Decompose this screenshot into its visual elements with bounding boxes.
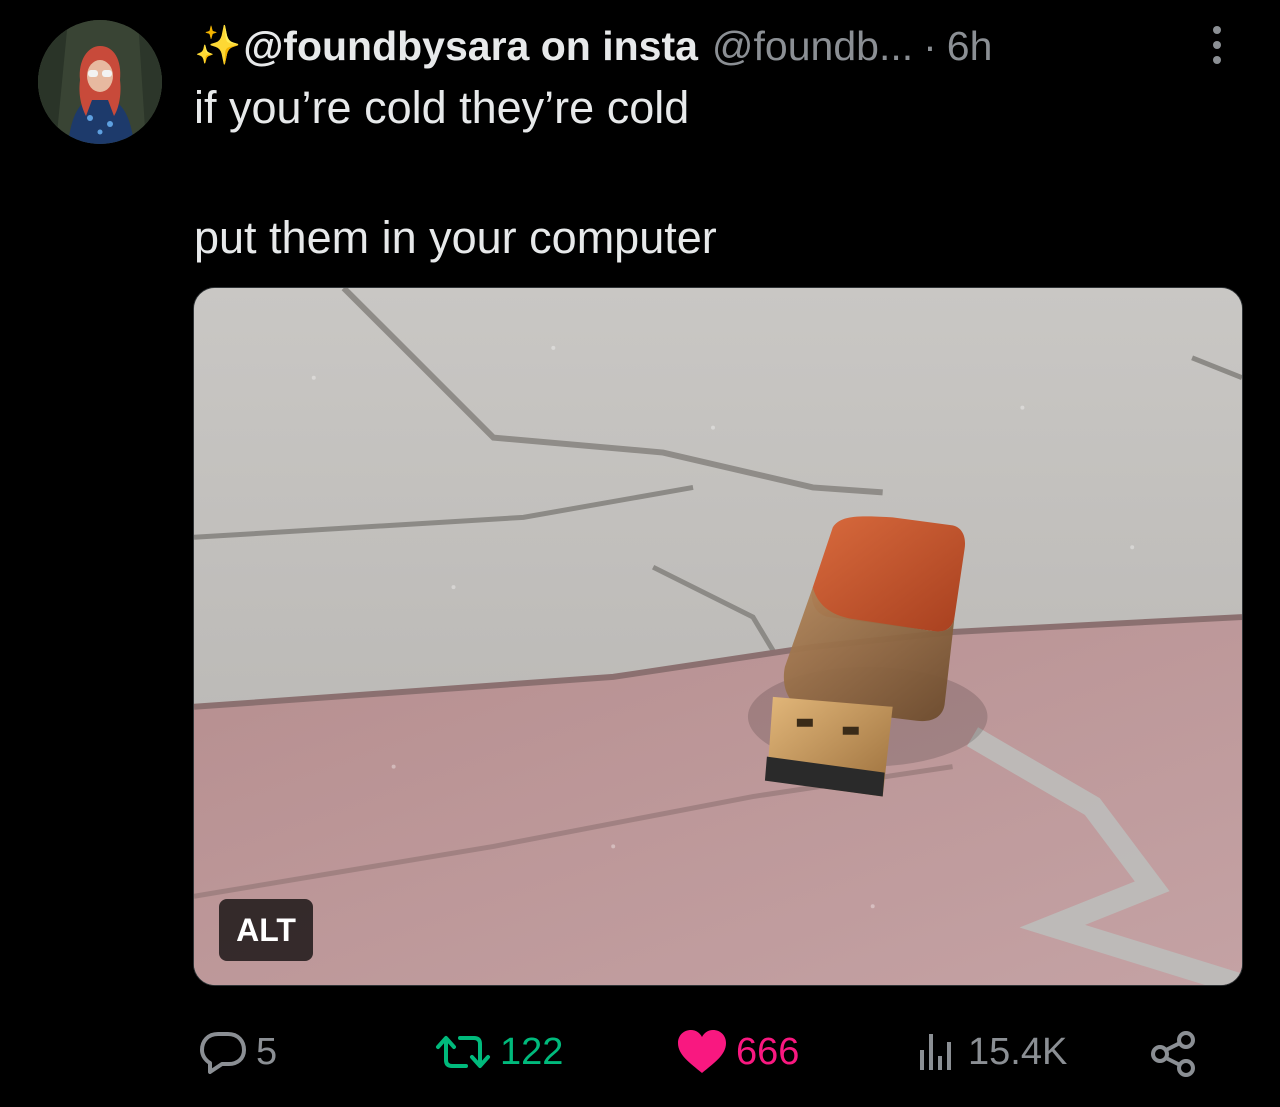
alt-text-badge[interactable]: ALT [219, 899, 313, 961]
sparkle-icon: ✨ [194, 25, 242, 67]
share-button[interactable] [1150, 1026, 1198, 1082]
views-button[interactable]: 15.4K [914, 1024, 1067, 1080]
like-count: 666 [736, 1030, 800, 1073]
share-icon [1150, 1030, 1198, 1078]
heart-icon [676, 1029, 728, 1075]
author-handle[interactable]: @foundb... [712, 20, 913, 72]
tweet-timestamp[interactable]: 6h [947, 20, 993, 72]
more-vertical-icon[interactable] [1200, 22, 1234, 68]
views-count: 15.4K [968, 1030, 1068, 1073]
reply-button[interactable]: 5 [198, 1024, 277, 1080]
tweet-text-line-2: put them in your computer [194, 212, 717, 263]
separator-dot: · [923, 23, 937, 69]
retweet-count: 122 [500, 1030, 564, 1073]
reply-icon [198, 1030, 248, 1074]
like-button[interactable]: 666 [676, 1024, 799, 1080]
tweet-header: ✨ @foundbysara on insta @foundb... · 6h [194, 20, 1254, 72]
author-display-name[interactable]: @foundbysara on insta [243, 20, 698, 72]
retweet-button[interactable]: 122 [434, 1024, 563, 1080]
avatar[interactable] [38, 20, 162, 144]
tweet-media-image[interactable] [193, 287, 1243, 986]
reply-count: 5 [256, 1030, 278, 1073]
retweet-icon [434, 1030, 492, 1074]
tweet-text-line-1: if you’re cold they’re cold [194, 82, 690, 133]
views-icon [914, 1030, 960, 1074]
tweet: ✨ @foundbysara on insta @foundb... · 6h … [0, 0, 1280, 1107]
